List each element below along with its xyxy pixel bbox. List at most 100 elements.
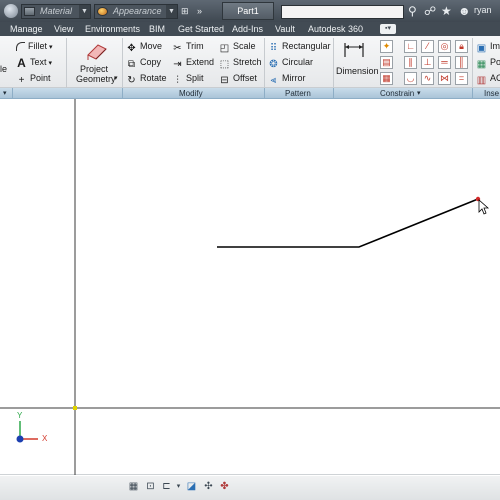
rotate-button[interactable]: ↻ Rotate — [126, 71, 166, 86]
auto-dimension-icon[interactable]: ✦ — [380, 40, 393, 53]
material-combo[interactable]: Material ▼ — [21, 4, 91, 19]
text-button[interactable]: A Text ▾ — [16, 55, 52, 69]
tangent-constraint-icon[interactable]: ◡ — [404, 72, 417, 85]
coincident-constraint-icon[interactable]: ∟ — [404, 40, 417, 53]
orbit-icon[interactable]: ✣ — [202, 480, 215, 493]
equal-constraint-icon[interactable]: = — [455, 72, 468, 85]
help-search-input[interactable] — [281, 5, 404, 19]
scale-label: Scale — [233, 41, 256, 51]
quick-access-globe-icon[interactable] — [4, 4, 18, 18]
tab-autodesk-360[interactable]: Autodesk 360 — [308, 22, 363, 36]
graphics-canvas[interactable]: Y X — [0, 99, 500, 475]
insert-image-button[interactable]: ▣ Im — [476, 39, 500, 54]
rectangular-pattern-button[interactable]: ⠿ Rectangular — [268, 39, 331, 54]
quick-access-more-icon[interactable]: ⊞ — [181, 4, 189, 18]
extend-button[interactable]: ⇥ Extend — [172, 55, 214, 70]
appearance-combo[interactable]: Appearance ▼ — [94, 4, 178, 19]
tab-manage[interactable]: Manage — [10, 22, 43, 36]
document-tab[interactable]: Part1 — [222, 2, 274, 20]
model-grid-icon[interactable]: ▦ — [127, 480, 140, 493]
circular-pattern-button[interactable]: ❂ Circular — [268, 55, 314, 70]
panel-divider — [12, 88, 13, 99]
chevron-down-icon[interactable]: ▼ — [79, 5, 90, 18]
sketch-origin-point[interactable] — [73, 406, 77, 410]
circular-label: Circular — [282, 57, 314, 67]
sketch-line[interactable] — [217, 198, 479, 248]
project-geometry-icon — [87, 44, 107, 60]
sign-in-user-icon[interactable]: ☻ — [458, 4, 471, 18]
mirror-button[interactable]: ⫷ Mirror — [268, 71, 306, 86]
insert-points-label: Po — [490, 57, 500, 67]
fillet-icon — [16, 42, 25, 51]
insert-image-label: Im — [490, 41, 500, 51]
vertical-constraint-icon[interactable]: ║ — [455, 56, 468, 69]
dimension-button[interactable]: Dimension — [335, 39, 379, 85]
insert-acad-button[interactable]: ▥ AC — [476, 71, 500, 86]
scale-button[interactable]: ◰ Scale — [219, 39, 256, 54]
view-triad-origin — [16, 435, 24, 443]
favorites-star-icon[interactable]: ★ — [441, 4, 452, 18]
circular-pattern-icon: ❂ — [269, 59, 278, 70]
insert-points-button[interactable]: ▦ Po — [476, 55, 500, 70]
parallel-constraint-icon[interactable]: ∥ — [404, 56, 417, 69]
stretch-label: Stretch — [233, 57, 262, 67]
triad-x-label: X — [42, 434, 48, 443]
ribbon-options-icon[interactable]: ▪▾ — [380, 24, 396, 34]
panel-title-pattern[interactable]: Pattern — [285, 89, 311, 99]
mirror-label: Mirror — [282, 73, 306, 83]
look-at-icon[interactable]: ⊡ — [144, 480, 157, 493]
zoom-window-icon[interactable]: ✤ — [218, 480, 231, 493]
navigation-bar — [0, 476, 500, 500]
split-button[interactable]: ⫶ Split — [172, 71, 203, 86]
panel-title-modify[interactable]: Modify — [179, 89, 203, 99]
subscription-icon[interactable]: ☍ — [424, 4, 436, 18]
trim-button[interactable]: ✂ Trim — [172, 39, 203, 54]
show-constraints-icon[interactable]: ▤ — [380, 56, 393, 69]
point-button[interactable]: + Point — [16, 71, 51, 86]
panel-title-insert[interactable]: Inse — [484, 89, 499, 99]
constraint-settings-icon[interactable]: ▦ — [380, 72, 393, 85]
user-label[interactable]: ryan — [474, 5, 492, 15]
overflow-chevron-icon[interactable]: » — [197, 4, 202, 18]
symmetric-constraint-icon[interactable]: ⋈ — [438, 72, 451, 85]
offset-button[interactable]: ⊟ Offset — [219, 71, 257, 86]
tab-view[interactable]: View — [54, 22, 73, 36]
chevron-down-icon[interactable]: ▾ — [417, 89, 421, 99]
fix-constraint-icon[interactable]: 🔒︎ — [455, 40, 468, 53]
perpendicular-constraint-icon[interactable]: ⊥ — [421, 56, 434, 69]
material-swatch-icon — [24, 7, 35, 16]
tab-bim[interactable]: BIM — [149, 22, 165, 36]
ribbon-divider — [122, 38, 123, 88]
chevron-down-icon[interactable]: ▾ — [114, 74, 118, 82]
panel-expand-icon[interactable]: ▾ — [3, 89, 7, 99]
collinear-constraint-icon[interactable]: ⁄ — [421, 40, 434, 53]
dimension-icon — [344, 43, 364, 57]
search-icon[interactable]: ⚲ — [408, 4, 417, 18]
constraints-toggle-icon[interactable]: ◪ — [185, 480, 198, 493]
appearance-sphere-icon — [97, 7, 108, 16]
tab-vault[interactable]: Vault — [275, 22, 295, 36]
fillet-button[interactable]: Fillet ▾ — [16, 39, 52, 53]
extend-icon: ⇥ — [173, 59, 182, 70]
panel-divider — [333, 88, 334, 99]
chevron-down-icon[interactable]: ▾ — [172, 480, 185, 493]
concentric-constraint-icon[interactable]: ◎ — [438, 40, 451, 53]
sketch-canvas-svg[interactable] — [0, 99, 500, 475]
tab-get-started[interactable]: Get Started — [178, 22, 224, 36]
points-icon: ▦ — [476, 59, 487, 70]
panel-title-constrain[interactable]: Constrain — [380, 89, 414, 99]
smooth-constraint-icon[interactable]: ∿ — [421, 72, 434, 85]
tab-environments[interactable]: Environments — [85, 22, 140, 36]
copy-button[interactable]: ⧉ Copy — [126, 55, 161, 70]
tab-add-ins[interactable]: Add-Ins — [232, 22, 263, 36]
stretch-button[interactable]: ⬚ Stretch — [219, 55, 262, 70]
triad-y-label: Y — [17, 411, 23, 420]
text-icon: A — [17, 56, 26, 70]
chevron-down-icon[interactable]: ▼ — [166, 5, 177, 18]
panel-divider — [122, 88, 123, 99]
horizontal-constraint-icon[interactable]: ═ — [438, 56, 451, 69]
mouse-cursor-icon — [478, 199, 490, 215]
project-geometry-button[interactable]: Project Geometry ▾ — [72, 39, 120, 85]
draw-tool-cut-label[interactable]: le — [0, 62, 7, 76]
move-button[interactable]: ✥ Move — [126, 39, 162, 54]
